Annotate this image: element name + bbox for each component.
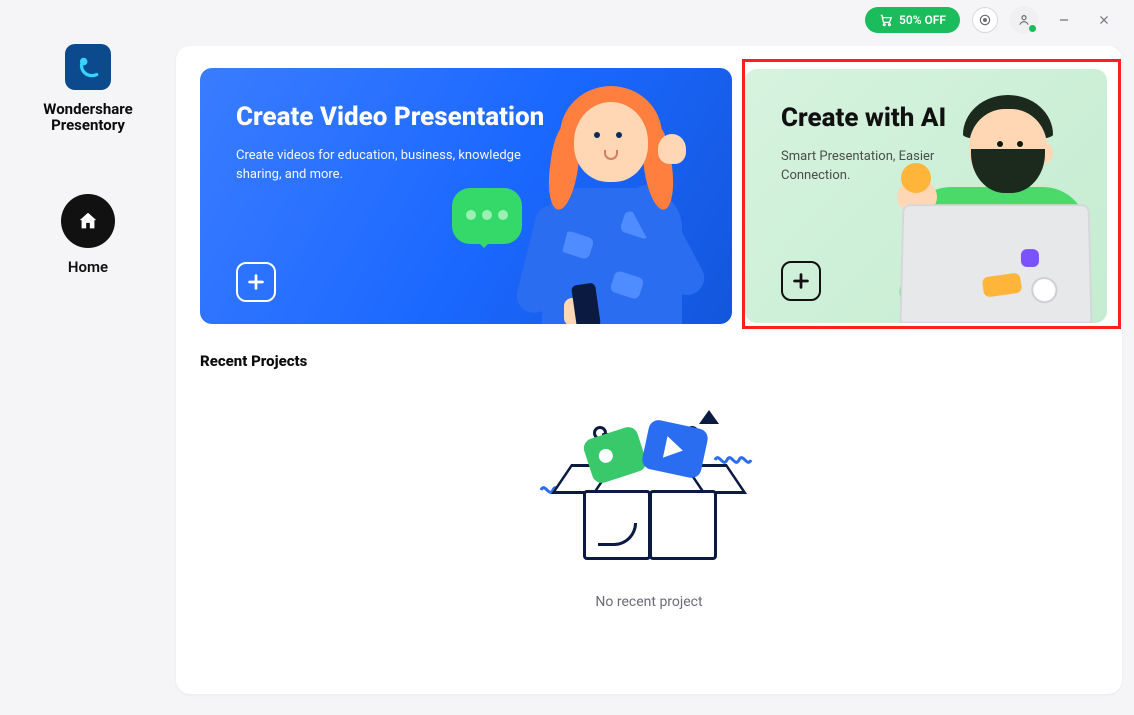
- nav-home-label: Home: [68, 258, 108, 276]
- empty-text: No recent project: [595, 594, 702, 610]
- empty-illustration: [539, 410, 759, 570]
- create-ai-plus-button[interactable]: [781, 261, 821, 301]
- create-video-card[interactable]: Create Video Presentation Create videos …: [200, 68, 732, 324]
- plus-icon: [790, 270, 812, 292]
- main-panel: Create Video Presentation Create videos …: [176, 46, 1122, 694]
- close-button[interactable]: [1090, 6, 1118, 34]
- sidebar: Wondershare Presentory Home: [0, 40, 176, 276]
- video-illustration: [432, 68, 732, 324]
- title-bar: 50% OFF: [865, 0, 1134, 40]
- account-button[interactable]: [1010, 6, 1038, 34]
- cart-icon: [879, 13, 893, 27]
- nav-home[interactable]: Home: [61, 194, 115, 276]
- status-dot-icon: [1029, 25, 1036, 32]
- create-ai-card-wrap: Create with AI Smart Presentation, Easie…: [744, 68, 1108, 324]
- create-ai-card[interactable]: Create with AI Smart Presentation, Easie…: [745, 69, 1107, 323]
- plus-icon: [245, 271, 267, 293]
- cards-row: Create Video Presentation Create videos …: [200, 68, 1098, 324]
- minimize-icon: [1057, 13, 1071, 27]
- user-icon: [1017, 13, 1031, 27]
- target-icon: [978, 13, 992, 27]
- brand-line2: Presentory: [51, 116, 125, 134]
- empty-state: No recent project: [200, 410, 1098, 610]
- discount-label: 50% OFF: [899, 13, 946, 27]
- app-logo: [65, 44, 111, 90]
- ai-illustration: [867, 69, 1107, 323]
- close-icon: [1097, 13, 1111, 27]
- discount-button[interactable]: 50% OFF: [865, 7, 960, 33]
- recent-projects-title: Recent Projects: [200, 352, 1098, 370]
- nav-home-circle: [61, 194, 115, 248]
- home-icon: [77, 210, 99, 232]
- minimize-button[interactable]: [1050, 6, 1078, 34]
- create-video-plus-button[interactable]: [236, 262, 276, 302]
- target-button[interactable]: [972, 7, 998, 33]
- logo-icon: [75, 54, 101, 80]
